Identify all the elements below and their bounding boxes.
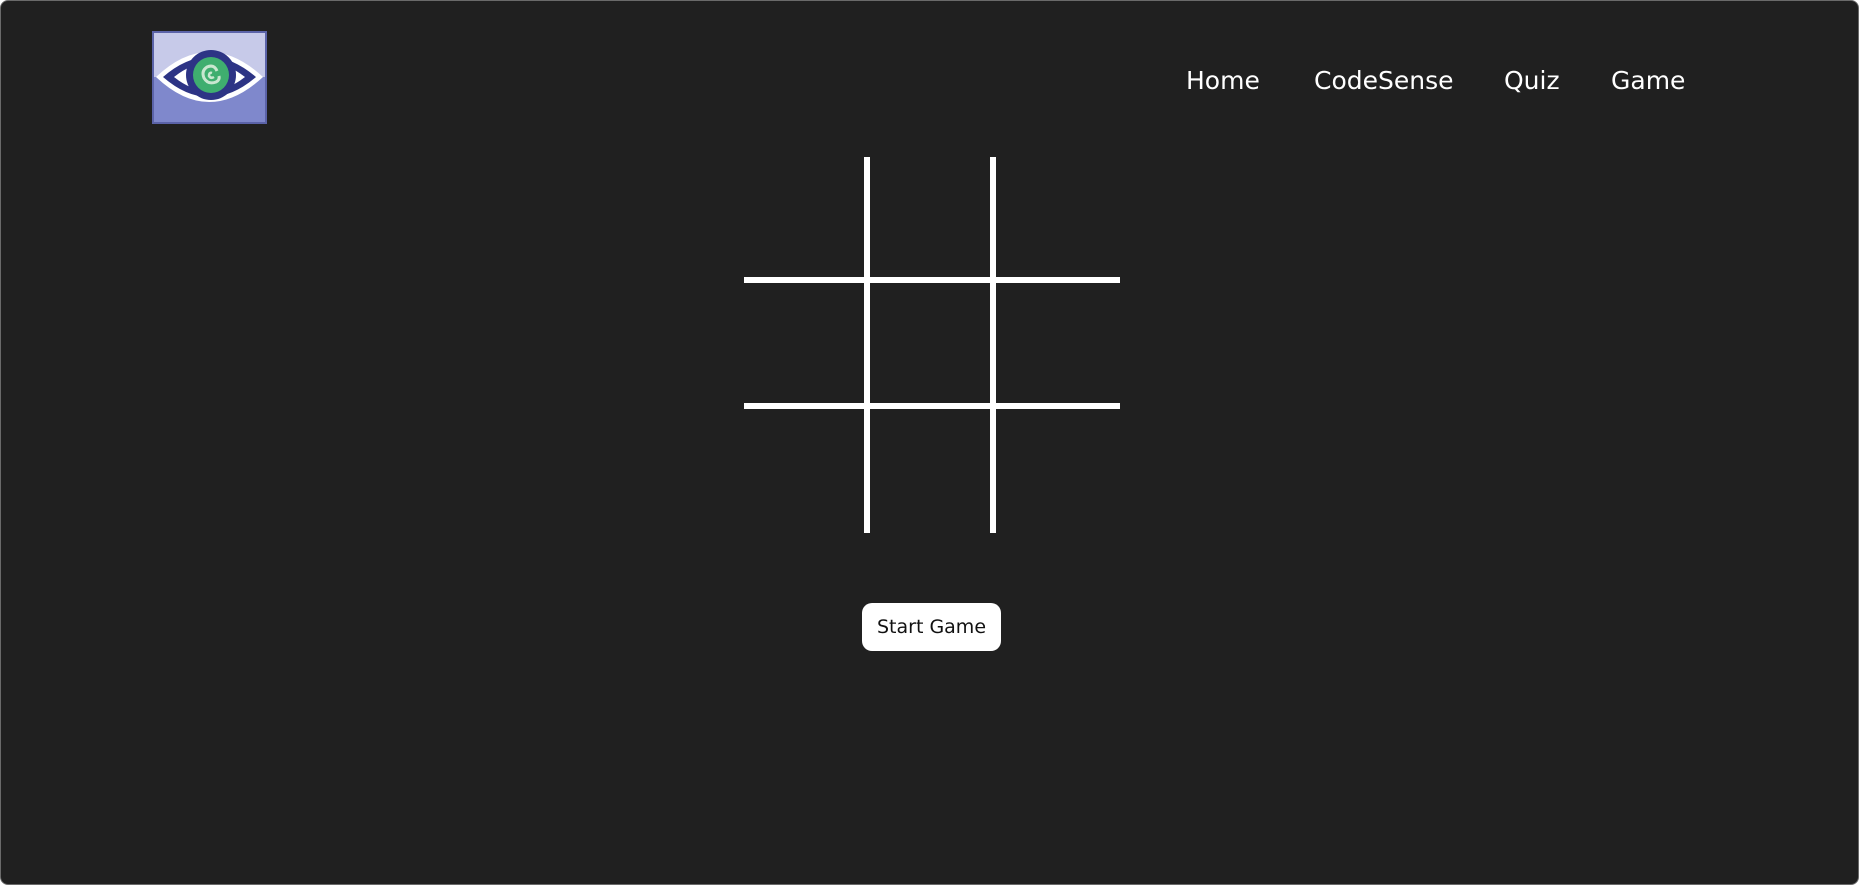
tic-tac-toe-board: [744, 157, 1120, 533]
board-cell-6[interactable]: [996, 283, 1116, 403]
board-cell-7[interactable]: [744, 409, 864, 529]
board-cell-2[interactable]: [870, 157, 990, 277]
nav-game[interactable]: Game: [1611, 63, 1685, 99]
nav-home[interactable]: Home: [1186, 63, 1260, 99]
board-cell-4[interactable]: [744, 283, 864, 403]
app-window: Home CodeSense Quiz Game Start Game: [0, 0, 1859, 885]
board-cell-8[interactable]: [870, 409, 990, 529]
grid-line-vertical-1: [864, 157, 870, 533]
grid-line-vertical-2: [990, 157, 996, 533]
board-cell-5[interactable]: [870, 283, 990, 403]
nav-codesense[interactable]: CodeSense: [1314, 63, 1454, 99]
main-nav: Home CodeSense Quiz Game: [1, 63, 1858, 99]
board-cell-1[interactable]: [744, 157, 864, 277]
start-game-button[interactable]: Start Game: [862, 603, 1001, 651]
board-cell-9[interactable]: [996, 409, 1116, 529]
grid-line-horizontal-1: [744, 277, 1120, 283]
nav-quiz[interactable]: Quiz: [1504, 63, 1560, 99]
board-cell-3[interactable]: [996, 157, 1116, 277]
grid-line-horizontal-2: [744, 403, 1120, 409]
